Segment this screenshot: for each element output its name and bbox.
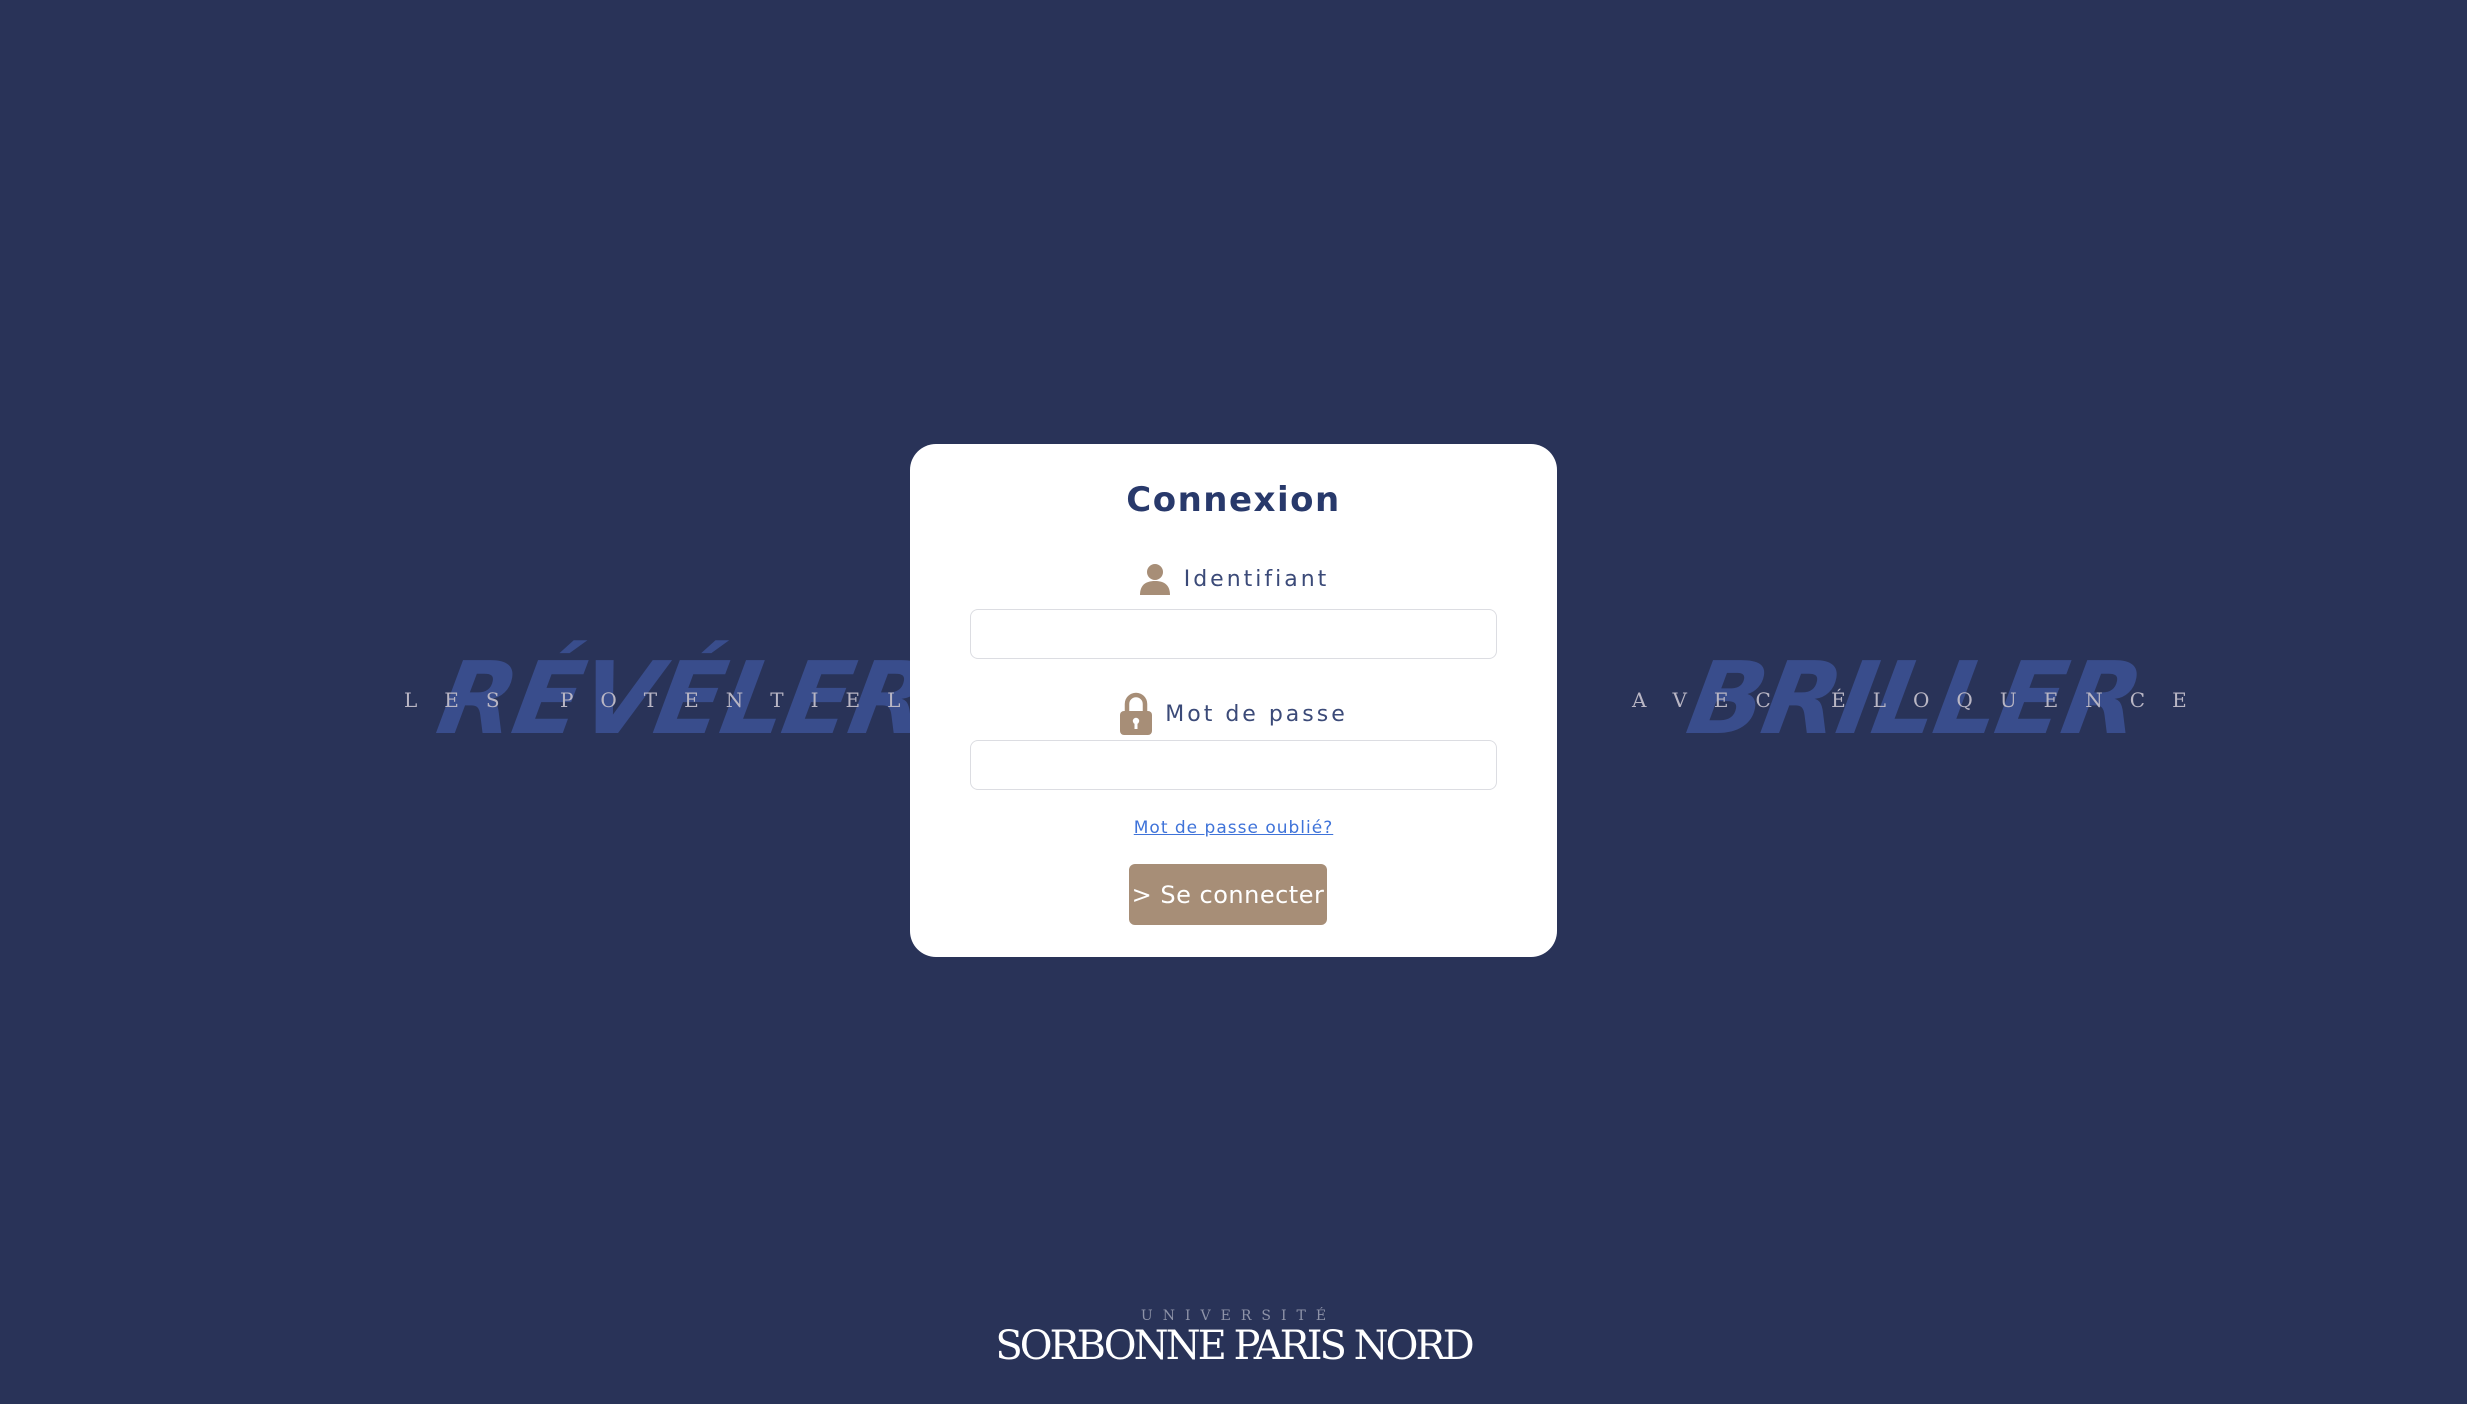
lock-icon <box>1119 692 1153 736</box>
login-card: Connexion Identifiant Mot de passe Mot d… <box>910 444 1557 957</box>
university-logo: UNIVERSITÉ SORBONNE PARIS NORD <box>0 1308 2467 1368</box>
login-title: Connexion <box>1126 480 1341 520</box>
password-label: Mot de passe <box>1165 701 1348 727</box>
left-slogan: RÉVÉLER LES POTENTIELS <box>380 640 941 760</box>
logo-top-text: UNIVERSITÉ <box>1140 1308 1337 1324</box>
password-input[interactable] <box>970 740 1497 790</box>
username-input[interactable] <box>970 609 1497 659</box>
forgot-password-link[interactable]: Mot de passe oublié? <box>910 818 1557 838</box>
username-label: Identifiant <box>1183 566 1330 592</box>
password-label-row: Mot de passe <box>910 692 1557 736</box>
right-slogan: BRILLER AVEC ÉLOQUENCE <box>1610 640 2187 760</box>
user-icon <box>1138 562 1172 596</box>
username-label-row: Identifiant <box>910 562 1557 596</box>
right-slogan-spaced-text: AVEC ÉLOQUENCE <box>1632 688 2214 712</box>
left-slogan-spaced-text: LES POTENTIELS <box>404 688 969 712</box>
login-button[interactable]: > Se connecter <box>1129 864 1327 925</box>
logo-main-text: SORBONNE PARIS NORD <box>995 1323 1474 1369</box>
